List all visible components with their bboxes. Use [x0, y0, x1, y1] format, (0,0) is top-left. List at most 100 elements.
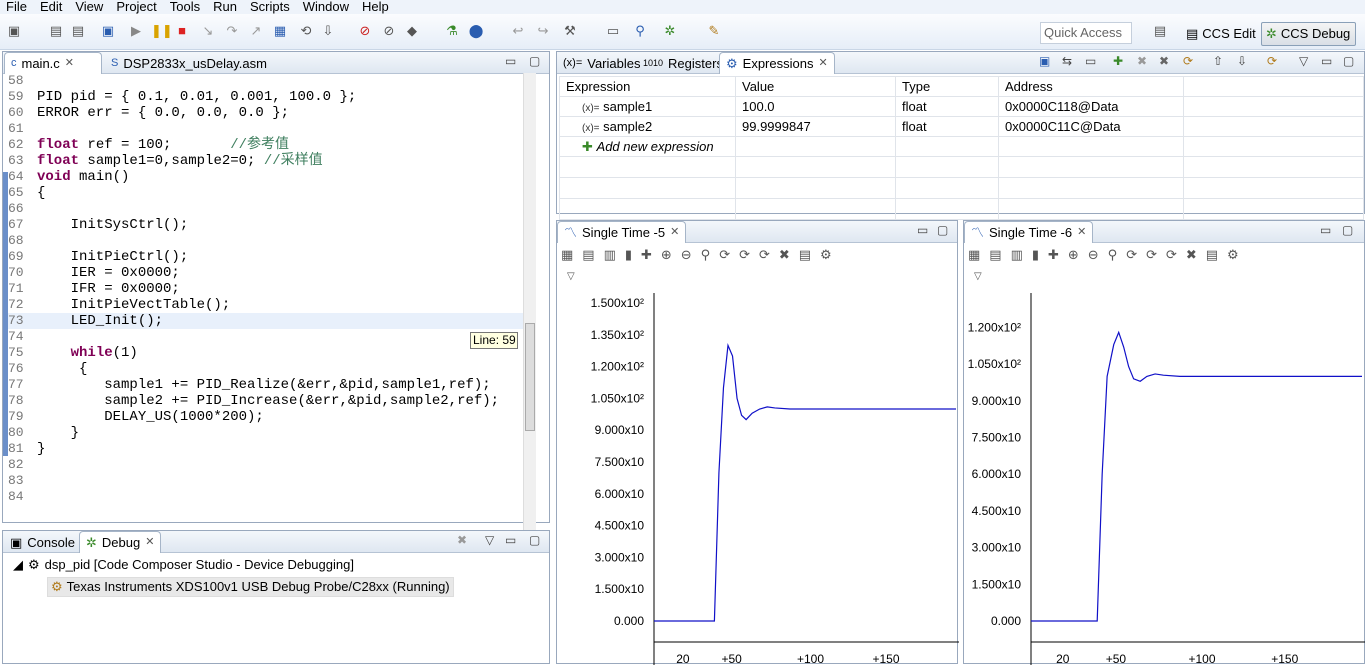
- column-address[interactable]: Address: [998, 76, 1184, 97]
- column-type[interactable]: Type: [895, 76, 999, 97]
- expand-icon[interactable]: ◢: [13, 557, 23, 573]
- remove-icon[interactable]: ✖: [1137, 54, 1147, 68]
- breakpoints-skip-icon[interactable]: ⊘: [381, 23, 397, 39]
- layout-icon[interactable]: ▭: [1085, 54, 1096, 68]
- minimize-icon[interactable]: ▭: [505, 54, 516, 68]
- expression-value[interactable]: 100.0: [735, 96, 896, 117]
- ccs-debug-perspective[interactable]: ✲ CCS Debug: [1261, 22, 1357, 46]
- code-line[interactable]: 67 InitSysCtrl();: [8, 217, 523, 233]
- menu-view[interactable]: View: [69, 0, 110, 14]
- terminal-icon[interactable]: ▭: [605, 23, 621, 39]
- ccs-edit-perspective[interactable]: ▤ CCS Edit: [1181, 22, 1262, 46]
- menu-edit[interactable]: Edit: [34, 0, 69, 14]
- step-into-icon[interactable]: ↘: [200, 23, 216, 39]
- table-row[interactable]: (x)= sample1 100.0 float 0x0000C118@Data: [559, 96, 1364, 117]
- code-line[interactable]: 66: [8, 201, 523, 217]
- debug-view-icon[interactable]: ▣: [100, 23, 116, 39]
- tab-expressions[interactable]: ⚙ Expressions ✕: [719, 52, 835, 74]
- tab-variables[interactable]: (x)= Variables: [557, 52, 646, 74]
- tab-console[interactable]: ▣ Console: [4, 531, 81, 553]
- code-line[interactable]: 78 sample2 += PID_Increase(&err,&pid,sam…: [8, 393, 523, 409]
- instruction-step-icon[interactable]: ▦: [272, 23, 288, 39]
- code-line[interactable]: 80 }: [8, 425, 523, 441]
- menu-help[interactable]: Help: [356, 0, 396, 14]
- add-expression-row[interactable]: ✚ Add new expression: [559, 136, 1364, 157]
- back-icon[interactable]: ↩: [510, 23, 526, 39]
- code-line[interactable]: 72 InitPieVectTable();: [8, 297, 523, 313]
- column-value[interactable]: Value: [735, 76, 896, 97]
- collapse-icon[interactable]: ⇆: [1062, 54, 1072, 68]
- close-icon[interactable]: ✕: [65, 53, 74, 74]
- code-line[interactable]: 69 InitPieCtrl();: [8, 249, 523, 265]
- open-perspective-icon[interactable]: ▤: [1152, 23, 1168, 39]
- save-icon[interactable]: ▤: [48, 23, 64, 39]
- code-line[interactable]: 65{: [8, 185, 523, 201]
- reset-icon[interactable]: ⟲: [298, 23, 314, 39]
- debug-icon[interactable]: ⬤: [468, 23, 484, 39]
- refresh-icon[interactable]: ⟳: [1183, 54, 1193, 68]
- menu-file[interactable]: File: [0, 0, 34, 14]
- close-icon[interactable]: ✕: [818, 53, 827, 74]
- code-line[interactable]: 84: [8, 489, 523, 505]
- code-line[interactable]: 74: [8, 329, 523, 345]
- build-icon[interactable]: ⚗: [444, 23, 460, 39]
- code-line[interactable]: 73 LED_Init();: [8, 313, 523, 329]
- code-line[interactable]: 79 DELAY_US(1000*200);: [8, 409, 523, 425]
- breakpoint-icon[interactable]: ⊘: [357, 23, 373, 39]
- code-line[interactable]: 64 void main(): [8, 169, 523, 185]
- code-line[interactable]: 59 PID pid = { 0.1, 0.01, 0.001, 100.0 };: [8, 89, 523, 105]
- editor-vertical-scrollbar[interactable]: [523, 73, 536, 561]
- code-line[interactable]: 77 sample1 += PID_Realize(&err,&pid,samp…: [8, 377, 523, 393]
- sync-icon[interactable]: ⟳: [1267, 54, 1277, 68]
- debug-target[interactable]: ⚙ Texas Instruments XDS100v1 USB Debug P…: [47, 577, 454, 597]
- pin-icon[interactable]: ✎: [706, 23, 722, 39]
- maximize-icon[interactable]: ▢: [529, 533, 540, 547]
- code-line[interactable]: 71 IFR = 0x0000;: [8, 281, 523, 297]
- gear-icon[interactable]: ✲: [662, 23, 678, 39]
- minimize-icon[interactable]: ▭: [505, 533, 516, 547]
- code-line[interactable]: 76 {: [8, 361, 523, 377]
- quick-access-input[interactable]: Quick Access: [1040, 22, 1132, 44]
- code-line[interactable]: 83: [8, 473, 523, 489]
- scroll-thumb[interactable]: [525, 323, 535, 431]
- menu-window[interactable]: Window: [297, 0, 356, 14]
- code-line[interactable]: 62 float ref = 100; //参考值: [8, 137, 523, 153]
- menu-run[interactable]: Run: [207, 0, 244, 14]
- code-area[interactable]: 58 59 PID pid = { 0.1, 0.01, 0.001, 100.0 …: [8, 73, 523, 557]
- search-icon[interactable]: ⚲: [632, 23, 648, 39]
- tab-main-c[interactable]: c main.c ✕: [4, 52, 102, 74]
- save-all-icon[interactable]: ▤: [70, 23, 86, 39]
- code-line[interactable]: 58: [8, 73, 523, 89]
- load-icon[interactable]: ⇩: [320, 23, 336, 39]
- code-line[interactable]: 81}: [8, 441, 523, 457]
- code-line[interactable]: 61: [8, 121, 523, 137]
- chip-icon[interactable]: ◆: [404, 23, 420, 39]
- forward-icon[interactable]: ↪: [535, 23, 551, 39]
- view-menu-icon[interactable]: ▽: [485, 533, 494, 547]
- show-type-icon[interactable]: ▣: [1039, 54, 1050, 68]
- column-expression[interactable]: Expression: [559, 76, 736, 97]
- maximize-icon[interactable]: ▢: [529, 54, 540, 68]
- code-line[interactable]: 60 ERROR err = { 0.0, 0.0, 0.0 };: [8, 105, 523, 121]
- code-line[interactable]: 63 float sample1=0,sample2=0; //采样值: [8, 153, 523, 169]
- add-icon[interactable]: ✚: [1113, 54, 1123, 68]
- code-line[interactable]: 70 IER = 0x0000;: [8, 265, 523, 281]
- close-icon[interactable]: ✕: [145, 532, 154, 553]
- remove-all-icon[interactable]: ✖: [457, 533, 467, 547]
- code-line[interactable]: 75 while(1): [8, 345, 523, 361]
- menu-scripts[interactable]: Scripts: [244, 0, 297, 14]
- step-return-icon[interactable]: ↗: [248, 23, 264, 39]
- minimize-icon[interactable]: ▭: [1321, 54, 1332, 68]
- suspend-icon[interactable]: ❚❚: [151, 23, 173, 39]
- remove-all-icon[interactable]: ✖: [1159, 54, 1169, 68]
- menu-project[interactable]: Project: [110, 0, 163, 14]
- maximize-icon[interactable]: ▢: [1343, 54, 1354, 68]
- table-row[interactable]: (x)= sample2 99.9999847 float 0x0000C11C…: [559, 116, 1364, 137]
- terminate-icon[interactable]: ■: [174, 23, 190, 39]
- tab-usdelay-asm[interactable]: S DSP2833x_usDelay.asm: [105, 52, 273, 74]
- step-over-icon[interactable]: ↷: [224, 23, 240, 39]
- tab-debug[interactable]: ✲ Debug ✕: [79, 531, 162, 553]
- resume-icon[interactable]: ▶: [128, 23, 144, 39]
- debug-session[interactable]: ◢ ⚙ dsp_pid [Code Composer Studio - Devi…: [13, 557, 354, 573]
- code-line[interactable]: 82: [8, 457, 523, 473]
